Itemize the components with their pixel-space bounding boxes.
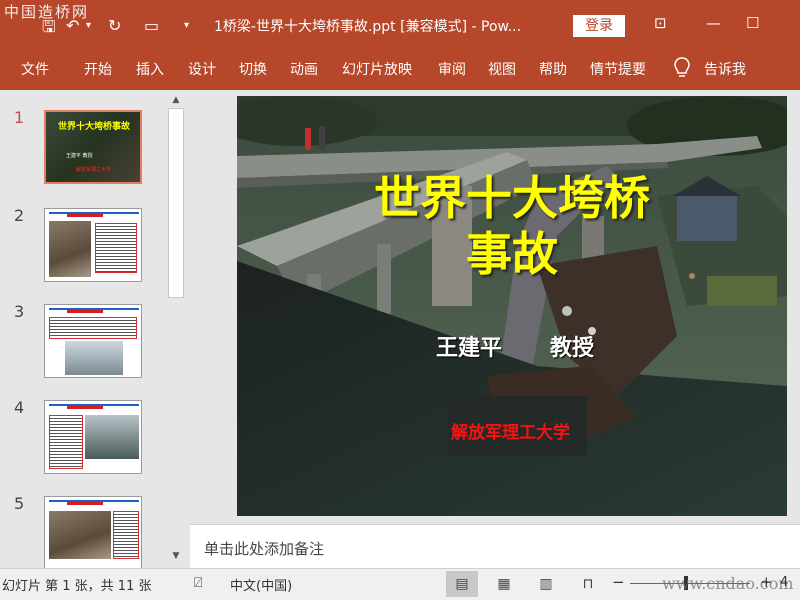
spelling-check-icon[interactable]: ⍁ bbox=[194, 575, 202, 591]
login-button[interactable]: 登录 bbox=[573, 15, 625, 37]
main-slide[interactable]: 世界十大垮桥 事故 王建平 教授 解放军理工大学 bbox=[237, 96, 787, 516]
tab-design[interactable]: 设计 bbox=[188, 59, 216, 79]
lightbulb-icon bbox=[674, 57, 690, 77]
thumbnail-header bbox=[49, 308, 139, 314]
notes-pane[interactable]: 单击此处添加备注 bbox=[190, 524, 800, 568]
thumbnail-slide-2[interactable] bbox=[44, 208, 142, 282]
redo-icon[interactable]: ↻ bbox=[108, 16, 121, 35]
thumbnail-author: 王建平 教授 bbox=[66, 153, 93, 159]
thumbnail-title: 世界十大垮桥事故 bbox=[58, 122, 131, 132]
tab-home[interactable]: 开始 bbox=[84, 59, 112, 79]
present-icon[interactable]: ▭ bbox=[144, 16, 159, 35]
scroll-down-icon[interactable]: ▼ bbox=[168, 548, 184, 564]
thumbnail-text-box bbox=[49, 317, 137, 339]
maximize-icon[interactable]: ☐ bbox=[746, 14, 759, 32]
watermark-bottom: www.cndao.com bbox=[662, 574, 794, 593]
thumbnail-image bbox=[49, 221, 91, 277]
thumbnails-scrollbar[interactable]: ▲ ▼ bbox=[166, 90, 186, 568]
slide-author-title: 教授 bbox=[550, 336, 595, 361]
undo-dropdown-icon[interactable]: ▾ bbox=[86, 20, 91, 31]
notes-placeholder: 单击此处添加备注 bbox=[204, 540, 325, 558]
status-bar: 幻灯片 第 1 张，共 11 张 ⍁ 中文(中国) ▤ ▦ ▥ ⊓ − www.… bbox=[0, 568, 800, 600]
thumbnail-slide-3[interactable] bbox=[44, 304, 142, 378]
thumbnail-text-box bbox=[49, 415, 83, 469]
zoom-level[interactable]: 4 bbox=[780, 575, 788, 590]
tab-help[interactable]: 帮助 bbox=[539, 59, 567, 79]
thumb-number-5: 5 bbox=[14, 494, 25, 513]
tab-view[interactable]: 视图 bbox=[488, 59, 516, 79]
tab-insert[interactable]: 插入 bbox=[136, 59, 164, 79]
slide-institution: 解放军理工大学 bbox=[451, 423, 570, 443]
thumbnail-header bbox=[49, 404, 139, 410]
tab-storyboarding[interactable]: 情节提要 bbox=[590, 59, 646, 79]
minimize-icon[interactable]: — bbox=[706, 14, 721, 32]
slideshow-view-icon[interactable]: ⊓ bbox=[572, 571, 604, 597]
thumbnail-slide-5[interactable] bbox=[44, 496, 142, 568]
tab-slideshow[interactable]: 幻灯片放映 bbox=[342, 59, 412, 79]
thumb-number-4: 4 bbox=[14, 398, 25, 417]
thumbnail-slide-1[interactable]: 世界十大垮桥事故 王建平 教授 解放军理工大学 bbox=[44, 110, 142, 184]
thumbnail-header bbox=[49, 212, 139, 218]
thumbnail-text-box bbox=[113, 511, 139, 559]
thumbnail-image bbox=[65, 341, 123, 375]
tab-review[interactable]: 审阅 bbox=[438, 59, 466, 79]
slide-background-photo bbox=[237, 96, 787, 516]
thumbnail-institution: 解放军理工大学 bbox=[76, 167, 112, 173]
ribbon-tabs: 文件 开始 插入 设计 切换 动画 幻灯片放映 审阅 视图 帮助 情节提要 告诉… bbox=[0, 46, 800, 90]
slide-sorter-icon[interactable]: ▦ bbox=[488, 571, 520, 597]
scrollbar-thumb[interactable] bbox=[168, 108, 184, 298]
slide-author: 王建平 bbox=[436, 336, 503, 361]
thumbnail-slide-4[interactable] bbox=[44, 400, 142, 474]
normal-view-icon[interactable]: ▤ bbox=[446, 571, 478, 597]
scroll-up-icon[interactable]: ▲ bbox=[168, 92, 184, 108]
ribbon-display-options-icon[interactable]: ⊡ bbox=[654, 14, 667, 32]
slide-counter: 幻灯片 第 1 张，共 11 张 bbox=[2, 579, 152, 594]
title-bar: 中国造桥网 🖫 ↶ ▾ ↻ ▭ ▾ 1桥梁-世界十大垮桥事故.ppt [兼容模式… bbox=[0, 0, 800, 46]
slide-title-line-1: 世界十大垮桥 bbox=[374, 171, 650, 225]
tell-me-search[interactable]: 告诉我 bbox=[704, 59, 746, 79]
thumbnail-image bbox=[85, 415, 139, 459]
save-icon[interactable]: 🖫 bbox=[42, 16, 56, 43]
undo-icon[interactable]: ↶ bbox=[66, 16, 79, 35]
slide-title-line-2: 事故 bbox=[466, 227, 558, 281]
zoom-out-button[interactable]: − bbox=[612, 573, 625, 591]
tab-transitions[interactable]: 切换 bbox=[239, 59, 267, 79]
thumbnail-text-box bbox=[95, 223, 137, 273]
customize-quick-access-icon[interactable]: ▾ bbox=[184, 20, 189, 31]
language-indicator[interactable]: 中文(中国) bbox=[230, 575, 292, 594]
zoom-in-button[interactable]: + bbox=[760, 573, 773, 591]
tab-animations[interactable]: 动画 bbox=[290, 59, 318, 79]
thumbnail-header bbox=[49, 500, 139, 506]
thumbnail-image bbox=[49, 511, 111, 559]
thumb-number-1: 1 bbox=[14, 108, 25, 127]
slide-thumbnails-pane: 1 世界十大垮桥事故 王建平 教授 解放军理工大学 2 3 4 5 bbox=[0, 90, 166, 568]
thumb-number-3: 3 bbox=[14, 302, 25, 321]
thumb-number-2: 2 bbox=[14, 206, 25, 225]
reading-view-icon[interactable]: ▥ bbox=[530, 571, 562, 597]
tab-file[interactable]: 文件 bbox=[21, 59, 49, 79]
document-title: 1桥梁-世界十大垮桥事故.ppt [兼容模式] - Pow... bbox=[214, 19, 522, 35]
slide-title: 世界十大垮桥 事故 bbox=[237, 170, 787, 282]
